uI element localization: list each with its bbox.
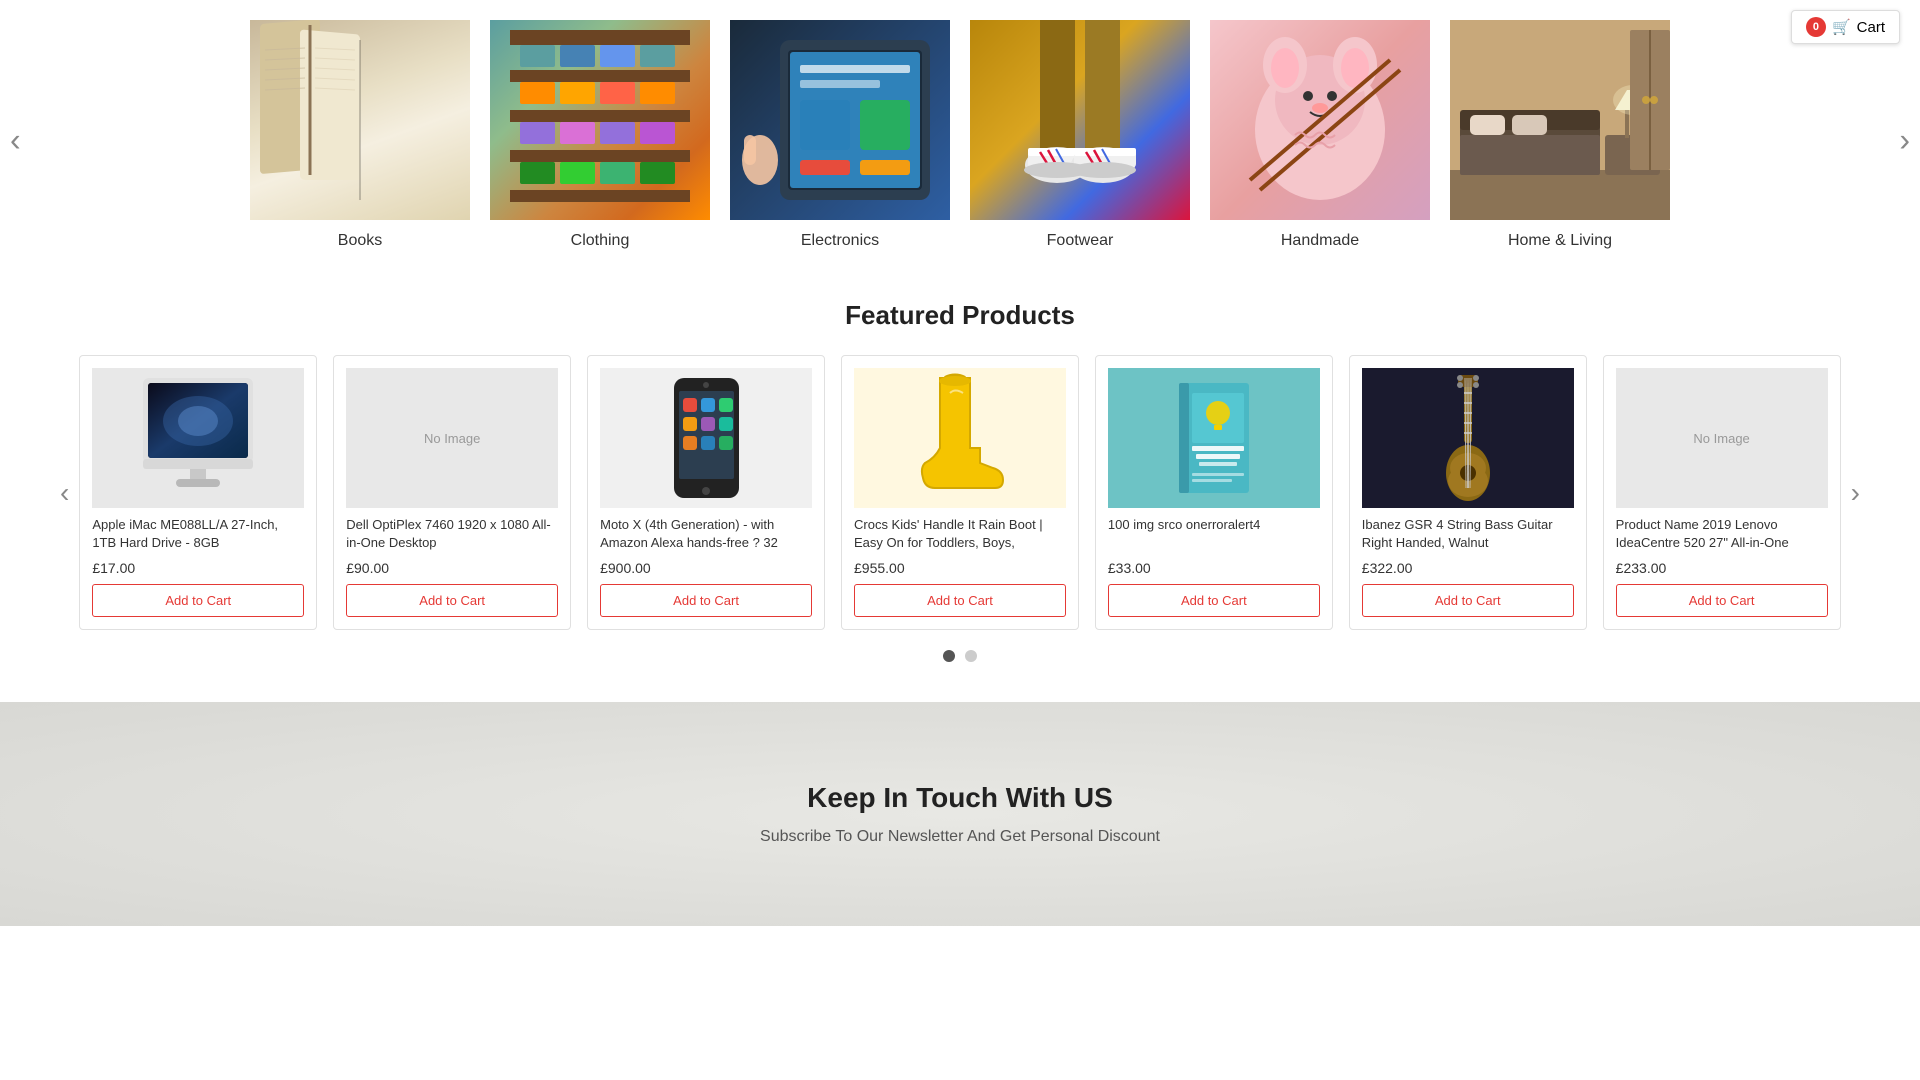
carousel-dot-1[interactable] [943,650,955,662]
product-image-1 [92,368,304,508]
product-image-2: No Image [346,368,558,508]
product-price-5: £33.00 [1108,560,1320,576]
category-image-electronics [730,20,950,220]
product-image-4 [854,368,1066,508]
products-prev-button[interactable]: ‹ [50,467,79,519]
category-image-books [250,20,470,220]
categories-section: ‹ [0,0,1920,280]
product-price-7: £233.00 [1616,560,1828,576]
product-card-3: Moto X (4th Generation) - with Amazon Al… [587,355,825,630]
cart-label: Cart [1857,19,1885,36]
product-card-5: 100 img srco onerroralert4 £33.00 Add to… [1095,355,1333,630]
product-card-7: No Image Product Name 2019 Lenovo IdeaCe… [1603,355,1841,630]
product-name-7: Product Name 2019 Lenovo IdeaCentre 520 … [1616,516,1828,552]
category-item-handmade[interactable]: Handmade [1210,20,1430,250]
add-to-cart-button-3[interactable]: Add to Cart [600,584,812,617]
product-image-7: No Image [1616,368,1828,508]
add-to-cart-button-4[interactable]: Add to Cart [854,584,1066,617]
add-to-cart-button-2[interactable]: Add to Cart [346,584,558,617]
category-image-homeliving [1450,20,1670,220]
cart-icon: 🛒 [1832,18,1851,36]
product-name-2: Dell OptiPlex 7460 1920 x 1080 All-in-On… [346,516,558,552]
no-image-placeholder-7: No Image [1616,368,1828,508]
product-name-5: 100 img srco onerroralert4 [1108,516,1320,552]
featured-section: Featured Products ‹ [0,280,1920,692]
category-image-footwear [970,20,1190,220]
product-name-1: Apple iMac ME088LL/A 27-Inch, 1TB Hard D… [92,516,304,552]
category-label-books: Books [338,232,382,250]
add-to-cart-button-6[interactable]: Add to Cart [1362,584,1574,617]
carousel-dots [50,650,1870,662]
category-item-books[interactable]: Books [250,20,470,250]
categories-wrapper: Books [40,20,1880,250]
category-item-footwear[interactable]: Footwear [970,20,1190,250]
category-label-clothing: Clothing [571,232,630,250]
product-name-4: Crocs Kids' Handle It Rain Boot | Easy O… [854,516,1066,552]
products-wrapper: ‹ [50,355,1870,630]
product-price-3: £900.00 [600,560,812,576]
categories-next-button[interactable]: › [1889,112,1920,169]
product-card-2: No Image Dell OptiPlex 7460 1920 x 1080 … [333,355,571,630]
category-label-handmade: Handmade [1281,232,1359,250]
category-image-clothing [490,20,710,220]
product-card-6: Ibanez GSR 4 String Bass Guitar Right Ha… [1349,355,1587,630]
product-card-1: Apple iMac ME088LL/A 27-Inch, 1TB Hard D… [79,355,317,630]
no-image-placeholder-2: No Image [346,368,558,508]
add-to-cart-button-7[interactable]: Add to Cart [1616,584,1828,617]
product-price-1: £17.00 [92,560,304,576]
cart-button[interactable]: 0 🛒 Cart [1791,10,1900,44]
newsletter-subtitle: Subscribe To Our Newsletter And Get Pers… [40,828,1880,846]
category-label-electronics: Electronics [801,232,879,250]
product-card-4: Crocs Kids' Handle It Rain Boot | Easy O… [841,355,1079,630]
category-item-homeliving[interactable]: Home & Living [1450,20,1670,250]
newsletter-title: Keep In Touch With US [40,782,1880,814]
products-next-button[interactable]: › [1841,467,1870,519]
category-item-electronics[interactable]: Electronics [730,20,950,250]
featured-title: Featured Products [50,300,1870,331]
carousel-dot-2[interactable] [965,650,977,662]
category-label-footwear: Footwear [1047,232,1114,250]
category-item-clothing[interactable]: Clothing [490,20,710,250]
category-image-handmade [1210,20,1430,220]
product-name-6: Ibanez GSR 4 String Bass Guitar Right Ha… [1362,516,1574,552]
add-to-cart-button-5[interactable]: Add to Cart [1108,584,1320,617]
category-label-homeliving: Home & Living [1508,232,1612,250]
product-price-6: £322.00 [1362,560,1574,576]
product-name-3: Moto X (4th Generation) - with Amazon Al… [600,516,812,552]
product-price-4: £955.00 [854,560,1066,576]
keep-in-touch-section: Keep In Touch With US Subscribe To Our N… [0,702,1920,926]
cart-count: 0 [1806,17,1826,37]
products-grid: Apple iMac ME088LL/A 27-Inch, 1TB Hard D… [79,355,1840,630]
categories-prev-button[interactable]: ‹ [0,112,31,169]
add-to-cart-button-1[interactable]: Add to Cart [92,584,304,617]
product-image-6 [1362,368,1574,508]
product-price-2: £90.00 [346,560,558,576]
product-image-3 [600,368,812,508]
product-image-5 [1108,368,1320,508]
